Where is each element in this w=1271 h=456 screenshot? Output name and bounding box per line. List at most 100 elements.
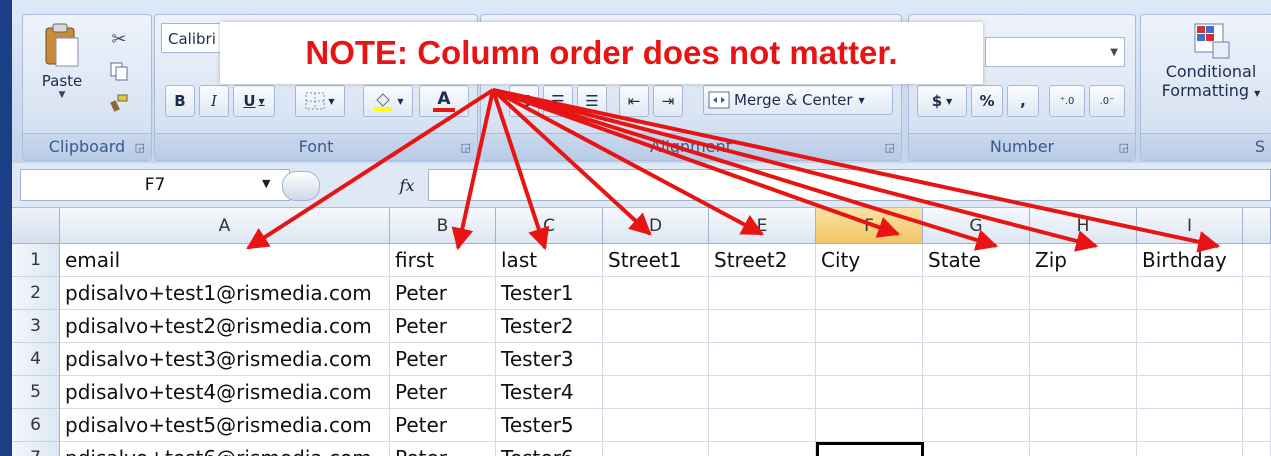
cell-i6[interactable] <box>1137 409 1243 442</box>
cell-i1[interactable]: Birthday <box>1137 244 1243 277</box>
cell-g7[interactable] <box>923 442 1030 456</box>
cell-e1[interactable]: Street2 <box>709 244 816 277</box>
cell-filler[interactable] <box>1243 277 1271 310</box>
column-header-g[interactable]: G <box>923 208 1030 244</box>
cell-g5[interactable] <box>923 376 1030 409</box>
cell-c2[interactable]: Tester1 <box>496 277 603 310</box>
column-header-h[interactable]: H <box>1030 208 1137 244</box>
cell-a4[interactable]: pdisalvo+test3@rismedia.com <box>60 343 390 376</box>
cell-b1[interactable]: first <box>390 244 496 277</box>
column-header-d[interactable]: D <box>603 208 709 244</box>
cell-d4[interactable] <box>603 343 709 376</box>
row-header-1[interactable]: 1 <box>12 244 60 277</box>
cell-filler[interactable] <box>1243 376 1271 409</box>
cell-c4[interactable]: Tester3 <box>496 343 603 376</box>
dialog-launcher-icon[interactable]: ◲ <box>461 141 471 154</box>
cell-f4[interactable] <box>816 343 923 376</box>
cell-h5[interactable] <box>1030 376 1137 409</box>
increase-decimal-button[interactable]: ⁺.0 <box>1049 85 1085 117</box>
cell-a3[interactable]: pdisalvo+test2@rismedia.com <box>60 310 390 343</box>
row-header-7[interactable]: 7 <box>12 442 60 456</box>
cell-g6[interactable] <box>923 409 1030 442</box>
cut-button[interactable]: ✂ <box>103 25 135 53</box>
decrease-indent-button[interactable]: ⇤ <box>619 85 649 117</box>
underline-button[interactable]: U ▼ <box>233 85 275 117</box>
cell-h6[interactable] <box>1030 409 1137 442</box>
format-painter-button[interactable] <box>103 89 135 117</box>
cell-d7[interactable] <box>603 442 709 456</box>
cell-b3[interactable]: Peter <box>390 310 496 343</box>
cell-f3[interactable] <box>816 310 923 343</box>
cell-e5[interactable] <box>709 376 816 409</box>
cell-i4[interactable] <box>1137 343 1243 376</box>
cell-e6[interactable] <box>709 409 816 442</box>
cell-e3[interactable] <box>709 310 816 343</box>
dialog-launcher-icon[interactable]: ◲ <box>1119 141 1129 154</box>
row-header-5[interactable]: 5 <box>12 376 60 409</box>
cell-h2[interactable] <box>1030 277 1137 310</box>
cell-g2[interactable] <box>923 277 1030 310</box>
cell-i2[interactable] <box>1137 277 1243 310</box>
cell-g1[interactable]: State <box>923 244 1030 277</box>
cell-d2[interactable] <box>603 277 709 310</box>
cell-d5[interactable] <box>603 376 709 409</box>
row-header-3[interactable]: 3 <box>12 310 60 343</box>
cell-filler[interactable] <box>1243 442 1271 456</box>
dialog-launcher-icon[interactable]: ◲ <box>135 141 145 154</box>
cell-a5[interactable]: pdisalvo+test4@rismedia.com <box>60 376 390 409</box>
cell-f1[interactable]: City <box>816 244 923 277</box>
dialog-launcher-icon[interactable]: ◲ <box>885 141 895 154</box>
chevron-down-icon[interactable]: ▼ <box>262 177 270 190</box>
align-middle-button[interactable]: ☰ <box>543 85 573 117</box>
increase-indent-button[interactable]: ⇥ <box>653 85 683 117</box>
cell-d3[interactable] <box>603 310 709 343</box>
cell-h1[interactable]: Zip <box>1030 244 1137 277</box>
row-header-2[interactable]: 2 <box>12 277 60 310</box>
cell-b4[interactable]: Peter <box>390 343 496 376</box>
cell-h7[interactable] <box>1030 442 1137 456</box>
column-header-f[interactable]: F <box>816 208 923 244</box>
cell-e7[interactable] <box>709 442 816 456</box>
bold-button[interactable]: B <box>165 85 195 117</box>
comma-button[interactable]: , <box>1007 85 1039 117</box>
cell-c5[interactable]: Tester4 <box>496 376 603 409</box>
cell-h4[interactable] <box>1030 343 1137 376</box>
cell-c1[interactable]: last <box>496 244 603 277</box>
cell-filler[interactable] <box>1243 244 1271 277</box>
cell-b5[interactable]: Peter <box>390 376 496 409</box>
cell-d1[interactable]: Street1 <box>603 244 709 277</box>
cell-filler[interactable] <box>1243 343 1271 376</box>
borders-button[interactable]: ▼ <box>295 85 345 117</box>
italic-button[interactable]: I <box>199 85 229 117</box>
percent-button[interactable]: % <box>971 85 1003 117</box>
row-header-4[interactable]: 4 <box>12 343 60 376</box>
cell-f6[interactable] <box>816 409 923 442</box>
cell-b6[interactable]: Peter <box>390 409 496 442</box>
cell-i5[interactable] <box>1137 376 1243 409</box>
row-header-6[interactable]: 6 <box>12 409 60 442</box>
cell-c6[interactable]: Tester5 <box>496 409 603 442</box>
cell-e4[interactable] <box>709 343 816 376</box>
cell-filler[interactable] <box>1243 409 1271 442</box>
cell-c7[interactable]: Tester6 <box>496 442 603 456</box>
merge-center-button[interactable]: Merge & Center ▼ <box>703 85 893 115</box>
align-right-button[interactable]: ☰ <box>577 85 607 117</box>
cell-a7[interactable]: pdisalvo+test6@rismedia.com <box>60 442 390 456</box>
cell-i7[interactable] <box>1137 442 1243 456</box>
cell-b2[interactable]: Peter <box>390 277 496 310</box>
conditional-formatting-button[interactable]: Conditional Formatting ▼ <box>1145 19 1271 129</box>
currency-button[interactable]: $ ▼ <box>917 85 967 117</box>
column-header-b[interactable]: B <box>390 208 496 244</box>
column-header-c[interactable]: C <box>496 208 603 244</box>
column-header-i[interactable]: I <box>1137 208 1243 244</box>
cell-b7[interactable]: Peter <box>390 442 496 456</box>
number-format-combo[interactable]: ▼ <box>985 37 1125 67</box>
cell-f5[interactable] <box>816 376 923 409</box>
cell-c3[interactable]: Tester2 <box>496 310 603 343</box>
formula-input[interactable] <box>428 169 1271 201</box>
decrease-decimal-button[interactable]: .0⁻ <box>1089 85 1125 117</box>
cell-a2[interactable]: pdisalvo+test1@rismedia.com <box>60 277 390 310</box>
column-header-a[interactable]: A <box>60 208 390 244</box>
cell-f2[interactable] <box>816 277 923 310</box>
cell-filler[interactable] <box>1243 310 1271 343</box>
